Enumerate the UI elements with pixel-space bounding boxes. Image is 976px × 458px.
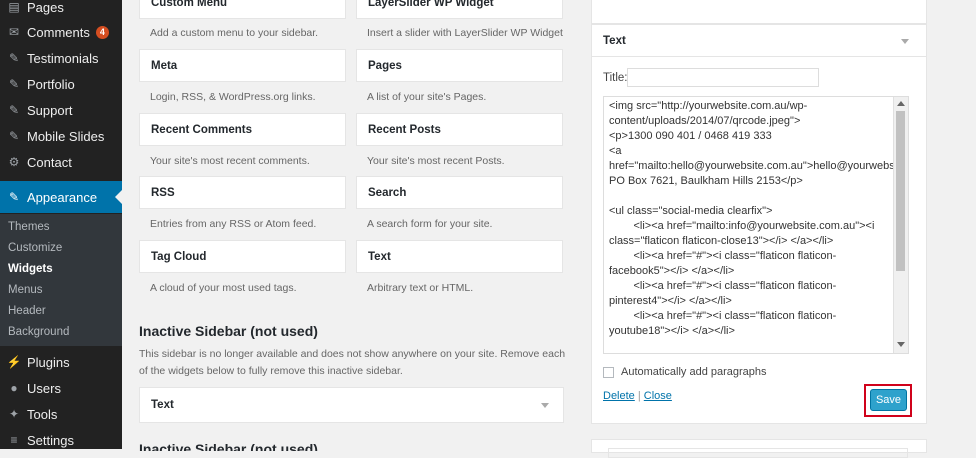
widget-desc: Insert a slider with LayerSlider WP Widg… <box>367 27 563 39</box>
widget-desc: A search form for your site. <box>367 218 493 230</box>
chevron-up-icon[interactable] <box>901 39 909 44</box>
widget-custom-menu[interactable]: Custom Menu <box>139 0 346 19</box>
sidebar-item-contact[interactable]: ⚙ Contact <box>0 149 122 175</box>
widget-desc: A list of your site's Pages. <box>367 91 487 103</box>
sidebar-item-label: Comments <box>27 24 90 40</box>
sidebar-item-plugins[interactable]: ⚡ Plugins <box>0 349 122 375</box>
next-widget-inner <box>608 448 908 458</box>
widget-tag-cloud[interactable]: Tag Cloud <box>139 240 346 273</box>
sliders-icon: ≡ <box>10 433 18 447</box>
save-button[interactable]: Save <box>870 389 907 411</box>
text-widget-header[interactable]: Text <box>592 25 926 57</box>
sidebar-item-mobile-slides[interactable]: ✎ Mobile Slides <box>0 123 122 149</box>
widget-pages[interactable]: Pages <box>356 49 563 82</box>
sidebar-item-comments[interactable]: ✉ Comments 4 <box>0 19 122 45</box>
widget-desc: Your site's most recent Posts. <box>367 155 505 167</box>
inactive-widget-text[interactable]: Text <box>139 387 564 423</box>
close-link[interactable]: Close <box>644 390 672 402</box>
sidebar-item-users[interactable]: ● Users <box>0 375 122 401</box>
sidebar-item-label: Pages <box>27 0 64 15</box>
sidebar-item-label: Users <box>27 380 61 396</box>
sidebar-item-tools[interactable]: ✦ Tools <box>0 401 122 427</box>
gear-icon: ⚙ <box>8 155 20 169</box>
sidebar-item-label: Settings <box>27 432 74 448</box>
content-text: <img src="http://yourwebsite.com.au/wp-c… <box>609 100 908 337</box>
scroll-down-icon[interactable] <box>897 342 905 347</box>
link-separator: | <box>637 390 641 402</box>
widget-recent-posts[interactable]: Recent Posts <box>356 113 563 146</box>
scrollbar-thumb[interactable] <box>896 111 905 271</box>
comments-icon: ✉ <box>8 25 20 39</box>
pin-icon: ✎ <box>8 51 20 65</box>
widget-recent-comments[interactable]: Recent Comments <box>139 113 346 146</box>
wrench-icon: ✦ <box>8 407 20 421</box>
user-icon: ● <box>10 381 18 395</box>
widget-rss[interactable]: RSS <box>139 176 346 209</box>
widget-control-links: Delete | Close <box>603 390 672 402</box>
sidebar-item-label: Contact <box>27 154 72 170</box>
widget-desc: Login, RSS, & WordPress.org links. <box>150 91 316 103</box>
title-label: Title: <box>603 72 628 84</box>
pin-icon: ✎ <box>8 103 20 117</box>
sidebar-item-testimonials[interactable]: ✎ Testimonials <box>0 45 122 71</box>
inactive-sidebar-title: Inactive Sidebar (not used) <box>139 323 318 339</box>
pages-icon: ▤ <box>8 0 20 14</box>
widget-search[interactable]: Search <box>356 176 563 209</box>
sidebar-item-label: Portfolio <box>27 76 75 92</box>
chevron-down-icon[interactable] <box>541 403 549 408</box>
admin-sidebar: ▤ Pages ✉ Comments 4 ✎ Testimonials ✎ Po… <box>0 0 122 449</box>
sidebar-item-settings[interactable]: ≡ Settings <box>0 427 122 449</box>
next-inactive-sidebar-title: Inactive Sidebar (not used) <box>139 441 318 451</box>
widget-desc: A cloud of your most used tags. <box>150 282 297 294</box>
delete-link[interactable]: Delete <box>603 390 635 402</box>
text-widget-title: Text <box>603 35 626 47</box>
sidebar-item-label: Mobile Slides <box>27 128 105 144</box>
sidebar-item-label: Tools <box>27 406 58 422</box>
pin-icon: ✎ <box>8 129 20 143</box>
pin-icon: ✎ <box>8 77 20 91</box>
sidebar-item-label: Plugins <box>27 354 70 370</box>
inactive-widget-title: Text <box>151 399 174 411</box>
sidebar-item-label: Appearance <box>27 189 98 205</box>
brush-icon: ✎ <box>8 190 20 204</box>
auto-paragraphs-checkbox[interactable] <box>603 367 614 378</box>
submenu-item-menus[interactable]: Menus <box>8 280 43 300</box>
widget-layerslider[interactable]: LayerSlider WP Widget <box>356 0 563 19</box>
comments-count-badge: 4 <box>95 25 109 39</box>
widget-desc: Add a custom menu to your sidebar. <box>150 27 319 39</box>
submenu-item-customize[interactable]: Customize <box>8 238 62 258</box>
submenu-item-header[interactable]: Header <box>8 301 46 321</box>
sidebar-item-pages[interactable]: ▤ Pages <box>0 0 122 20</box>
next-widget-box <box>591 439 927 458</box>
widget-desc: Entries from any RSS or Atom feed. <box>150 218 317 230</box>
sidebar-item-portfolio[interactable]: ✎ Portfolio <box>0 71 122 97</box>
sidebar-item-label: Testimonials <box>27 50 99 66</box>
sidebar-item-appearance[interactable]: ✎ Appearance <box>0 181 122 213</box>
auto-paragraphs-label: Automatically add paragraphs <box>621 366 767 378</box>
widget-text[interactable]: Text <box>356 240 563 273</box>
submenu-item-background[interactable]: Background <box>8 322 69 342</box>
title-input[interactable] <box>627 68 819 87</box>
widget-desc: Arbitrary text or HTML. <box>367 282 474 294</box>
content-textarea[interactable]: <img src="http://yourwebsite.com.au/wp-c… <box>603 96 909 354</box>
sidebar-item-support[interactable]: ✎ Support <box>0 97 122 123</box>
inactive-sidebar-desc: This sidebar is no longer available and … <box>139 348 566 377</box>
widget-desc: Your site's most recent comments. <box>150 155 310 167</box>
sidebar-widget-area-top <box>591 0 927 24</box>
submenu-item-widgets[interactable]: Widgets <box>8 259 53 279</box>
text-widget-editor: Text Title: <img src="http://yourwebsite… <box>591 24 927 424</box>
widget-meta[interactable]: Meta <box>139 49 346 82</box>
plug-icon: ⚡ <box>6 355 22 369</box>
appearance-submenu: Themes Customize Widgets Menus Header Ba… <box>0 214 122 346</box>
sidebar-item-label: Support <box>27 102 73 118</box>
scroll-up-icon[interactable] <box>897 101 905 106</box>
submenu-item-themes[interactable]: Themes <box>8 217 50 237</box>
textarea-scrollbar[interactable] <box>893 97 908 353</box>
